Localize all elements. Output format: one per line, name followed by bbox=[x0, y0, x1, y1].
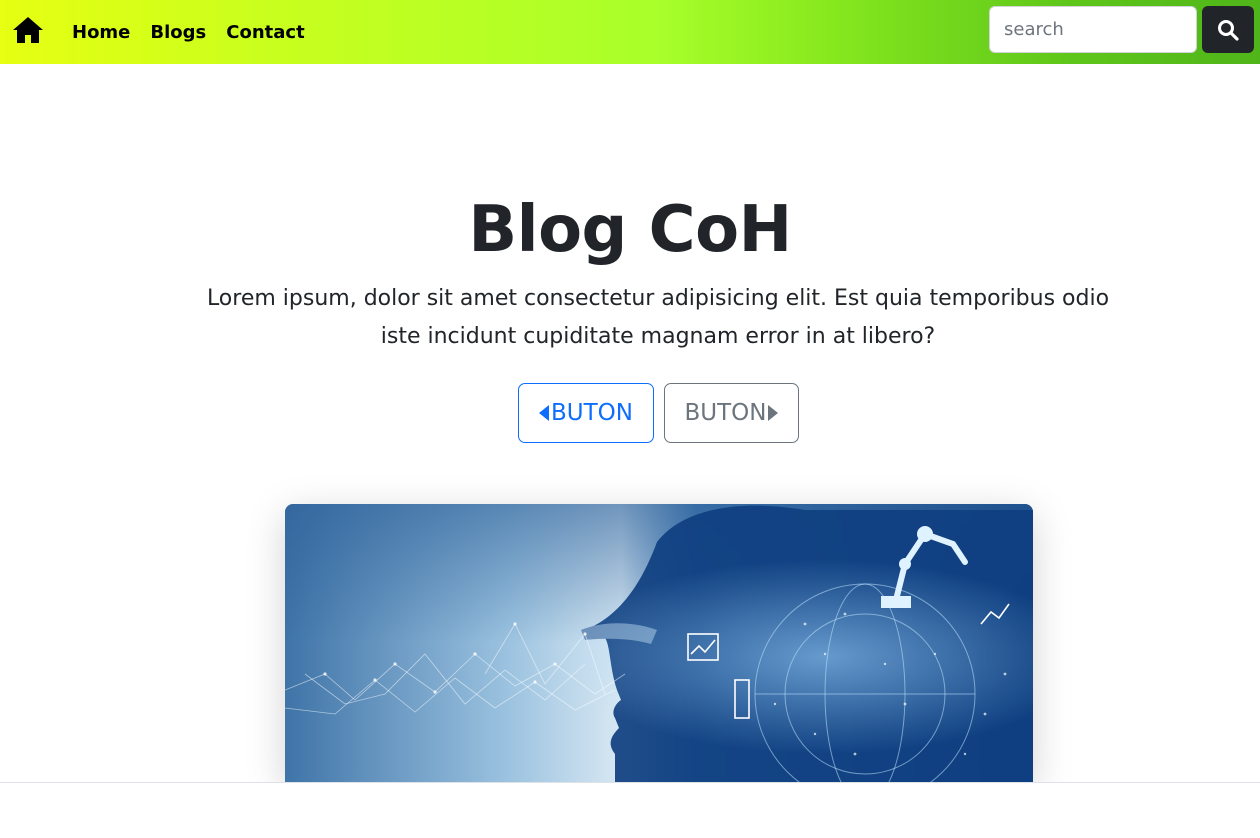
navbar: Home Blogs Contact bbox=[0, 0, 1260, 64]
caret-right-icon bbox=[768, 405, 779, 421]
hero-image-illustration bbox=[285, 504, 1033, 782]
footer-divider bbox=[0, 782, 1260, 838]
next-button[interactable]: BUTON bbox=[664, 383, 799, 443]
caret-left-icon bbox=[539, 405, 549, 421]
search-button[interactable] bbox=[1202, 6, 1254, 53]
page-title: Blog CoH bbox=[468, 193, 792, 267]
prev-button[interactable]: BUTON bbox=[518, 383, 654, 443]
next-button-label: BUTON bbox=[684, 400, 767, 426]
home-icon[interactable] bbox=[12, 15, 44, 45]
hero-description: Lorem ipsum, dolor sit amet consectetur … bbox=[206, 286, 1110, 349]
nav-link-home[interactable]: Home bbox=[72, 22, 130, 43]
search-input[interactable] bbox=[989, 6, 1197, 53]
hero-image bbox=[285, 504, 1033, 782]
nav-link-contact[interactable]: Contact bbox=[226, 22, 304, 43]
prev-button-label: BUTON bbox=[551, 400, 633, 426]
search-icon bbox=[1218, 19, 1239, 41]
nav-links: Home Blogs Contact bbox=[72, 0, 305, 64]
nav-link-blogs[interactable]: Blogs bbox=[150, 22, 206, 43]
